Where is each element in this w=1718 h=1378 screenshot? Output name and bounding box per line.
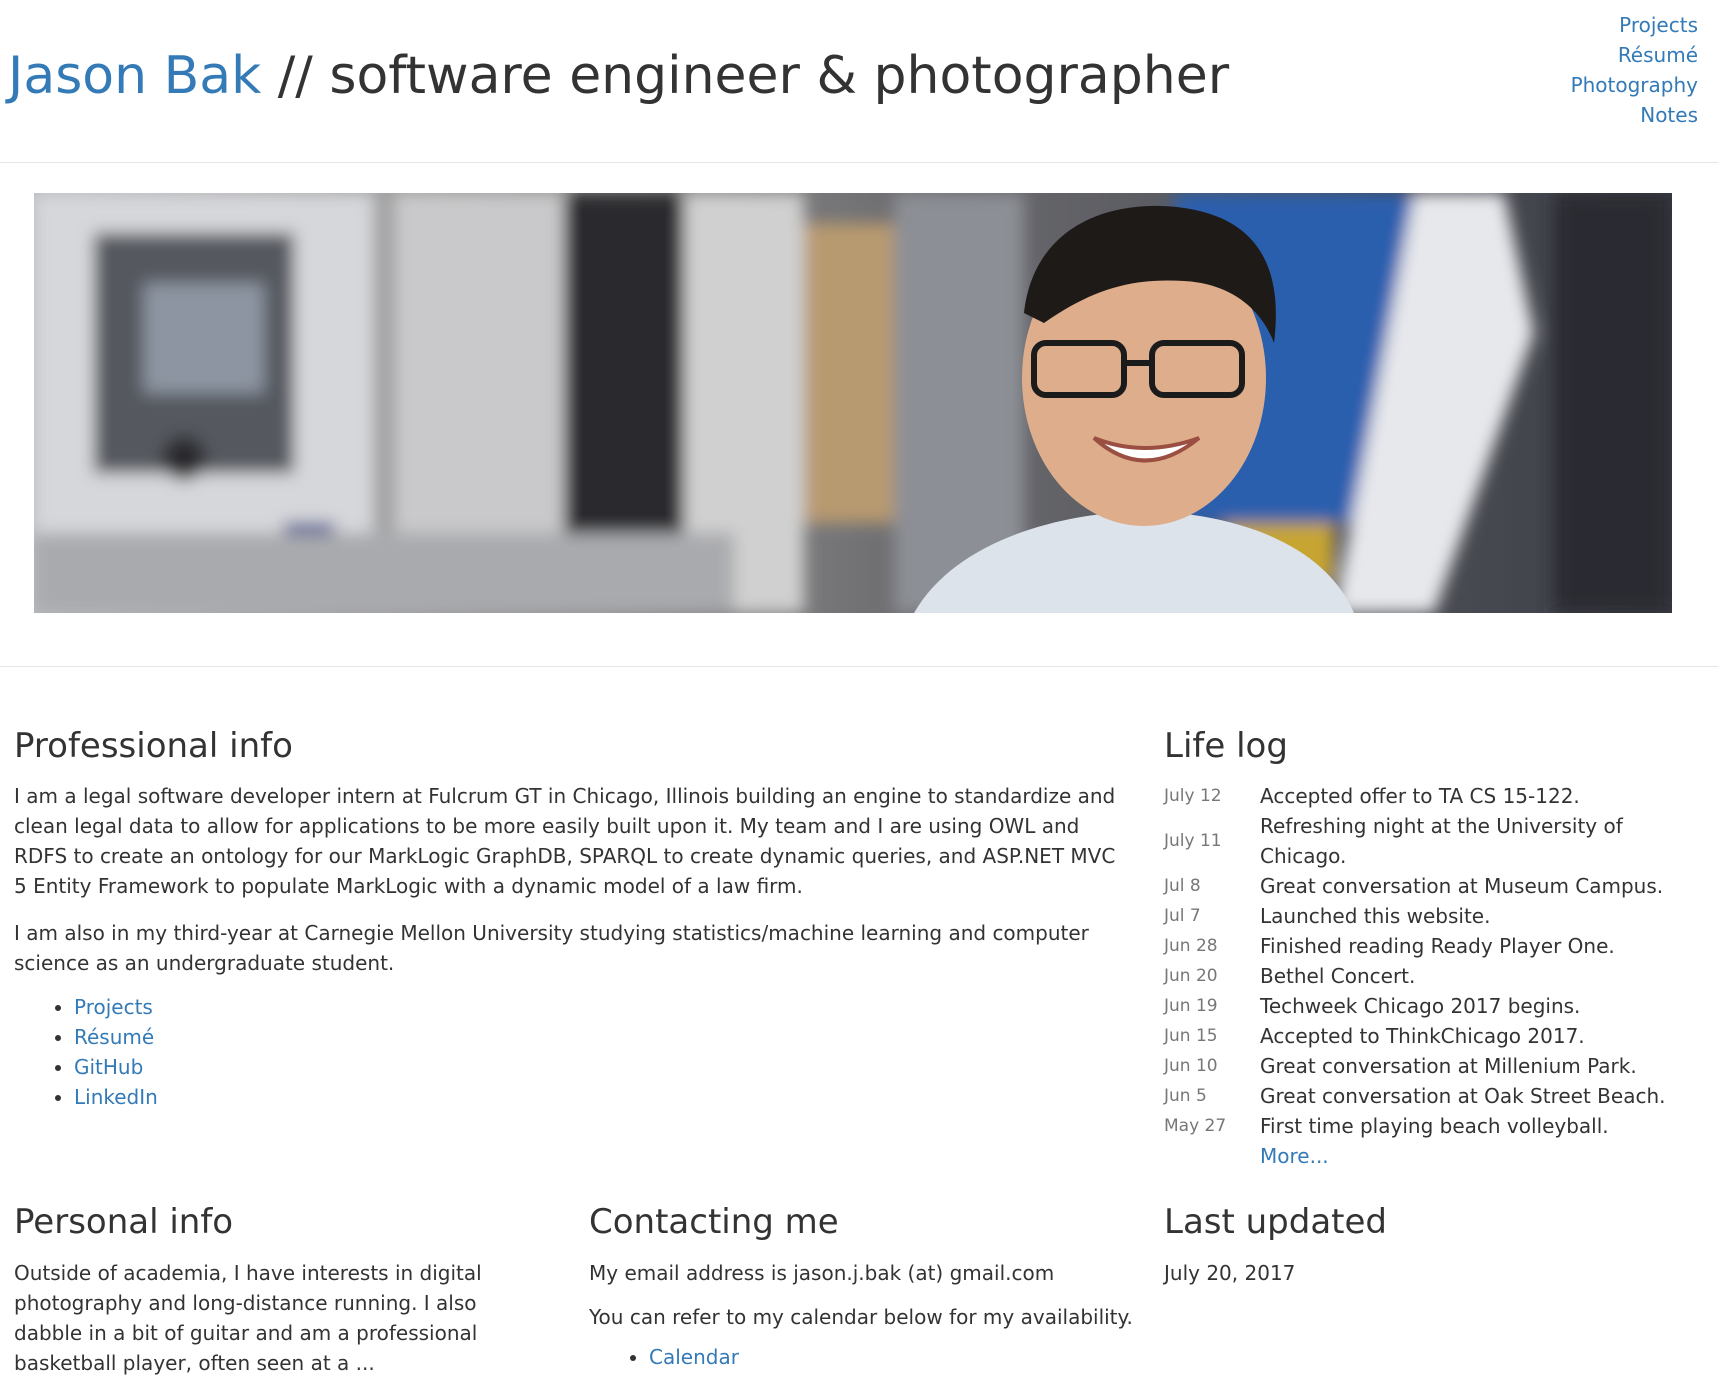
- life-log-more-link[interactable]: More...: [1260, 1144, 1329, 1168]
- personal-info-heading: Personal info: [14, 1202, 234, 1242]
- nav-link-notes[interactable]: Notes: [1571, 100, 1698, 130]
- education-text: I am also in my third-year at Carnegie M…: [14, 921, 1089, 975]
- calendar-links: Calendar: [625, 1342, 739, 1372]
- portrait-photo: [34, 193, 1672, 613]
- contact-calendar-text: You can refer to my calendar below for m…: [589, 1305, 1133, 1329]
- contact-email-text: My email address is jason.j.bak (at) gma…: [589, 1261, 1055, 1285]
- log-entry: July 11 Refreshing night at the Universit…: [1164, 811, 1704, 871]
- log-entry: Jun 5 Great conversation at Oak Street Be…: [1164, 1081, 1704, 1111]
- professional-info-text: I am a legal software developer intern a…: [14, 784, 1116, 898]
- log-text: Accepted to ThinkChicago 2017.: [1260, 1024, 1585, 1048]
- log-entry: Jun 10 Great conversation at Millenium Pa…: [1164, 1051, 1704, 1081]
- profile-links: Projects Résumé GitHub LinkedIn: [50, 992, 158, 1112]
- log-entry: Jun 19 Techweek Chicago 2017 begins.: [1164, 991, 1704, 1021]
- log-date: Jun 19: [1164, 996, 1218, 1016]
- nav-link-resume[interactable]: Résumé: [1571, 40, 1698, 70]
- log-date: July 11: [1164, 831, 1222, 851]
- log-entry: Jul 7 Launched this website.: [1164, 901, 1704, 931]
- link-github[interactable]: GitHub: [74, 1055, 143, 1079]
- calendar-link[interactable]: Calendar: [649, 1345, 739, 1369]
- log-entry: Jun 15 Accepted to ThinkChicago 2017.: [1164, 1021, 1704, 1051]
- log-text: Bethel Concert.: [1260, 964, 1416, 988]
- life-log-heading: Life log: [1164, 726, 1288, 766]
- link-projects[interactable]: Projects: [74, 995, 153, 1019]
- home-link[interactable]: Jason Bak: [8, 46, 261, 106]
- log-entry: Jul 8 Great conversation at Museum Campus…: [1164, 871, 1704, 901]
- log-text: Great conversation at Millenium Park.: [1260, 1054, 1637, 1078]
- log-entry: Jun 20 Bethel Concert.: [1164, 961, 1704, 991]
- section-divider: [0, 666, 1718, 667]
- log-text: First time playing beach volleyball.: [1260, 1114, 1609, 1138]
- log-date: Jul 7: [1164, 906, 1201, 926]
- log-date: Jun 20: [1164, 966, 1218, 986]
- log-date: July 12: [1164, 786, 1222, 806]
- log-date: May 27: [1164, 1116, 1227, 1136]
- log-entry: May 27 First time playing beach volleybal…: [1164, 1111, 1704, 1141]
- last-updated-date: July 20, 2017: [1164, 1261, 1296, 1285]
- log-date: Jun 28: [1164, 936, 1218, 956]
- nav-link-photography[interactable]: Photography: [1571, 70, 1698, 100]
- top-nav: Projects Résumé Photography Notes: [1571, 10, 1698, 130]
- link-resume[interactable]: Résumé: [74, 1025, 154, 1049]
- log-text: Great conversation at Oak Street Beach.: [1260, 1084, 1666, 1108]
- professional-info-heading: Professional info: [14, 726, 293, 766]
- personal-info-text: Outside of academia, I have interests in…: [14, 1261, 482, 1375]
- log-text: Techweek Chicago 2017 begins.: [1260, 994, 1581, 1018]
- contact-heading: Contacting me: [589, 1202, 839, 1242]
- log-entry: Jun 28 Finished reading Ready Player One.: [1164, 931, 1704, 961]
- log-date: Jun 10: [1164, 1056, 1218, 1076]
- log-text: Launched this website.: [1260, 904, 1491, 928]
- log-date: Jul 8: [1164, 876, 1201, 896]
- list-item: Calendar: [649, 1342, 739, 1372]
- log-date: Jun 5: [1164, 1086, 1207, 1106]
- life-log-list: July 12 Accepted offer to TA CS 15-122. J…: [1164, 781, 1704, 1171]
- log-date: Jun 15: [1164, 1026, 1218, 1046]
- list-item: Projects: [74, 992, 158, 1022]
- list-item: LinkedIn: [74, 1082, 158, 1112]
- last-updated-heading: Last updated: [1164, 1202, 1388, 1242]
- log-text: Accepted offer to TA CS 15-122.: [1260, 784, 1580, 808]
- site-tagline: // software engineer & photographer: [277, 46, 1230, 106]
- log-text: Great conversation at Museum Campus.: [1260, 874, 1664, 898]
- log-text: Refreshing night at the University of Ch…: [1260, 814, 1623, 868]
- list-item: Résumé: [74, 1022, 158, 1052]
- log-text: Finished reading Ready Player One.: [1260, 934, 1615, 958]
- nav-link-projects[interactable]: Projects: [1571, 10, 1698, 40]
- site-header: Jason Bak // software engineer & photogr…: [0, 0, 1718, 163]
- banner-photo: [34, 193, 1672, 613]
- site-title: Jason Bak // software engineer & photogr…: [8, 44, 1229, 108]
- list-item: GitHub: [74, 1052, 158, 1082]
- link-linkedin[interactable]: LinkedIn: [74, 1085, 158, 1109]
- log-entry: July 12 Accepted offer to TA CS 15-122.: [1164, 781, 1704, 811]
